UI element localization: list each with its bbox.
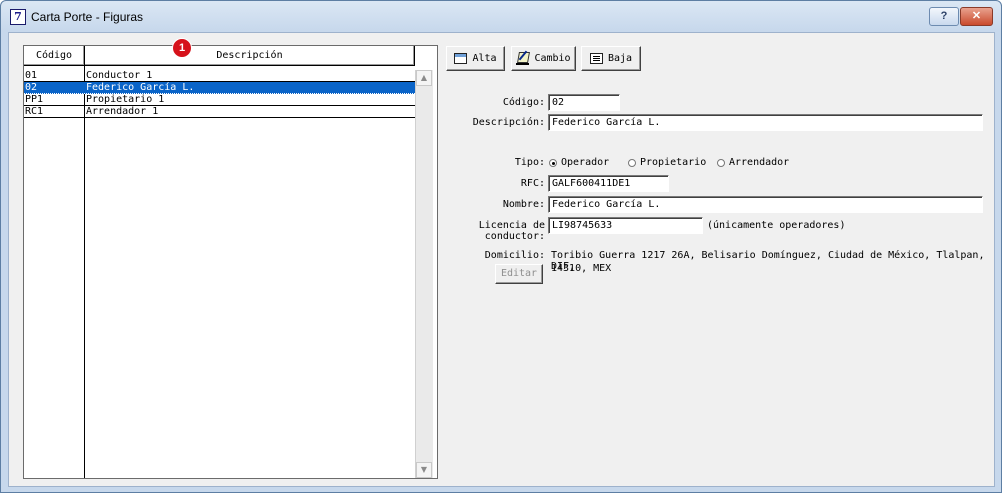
main-window: 7 Carta Porte - Figuras ? ✕ Código Descr…	[0, 0, 1002, 493]
list-item-code: RC1	[25, 106, 44, 117]
cambio-label: Cambio	[534, 53, 571, 64]
close-button[interactable]: ✕	[960, 7, 993, 26]
radio-arrendador-label: Arrendador	[729, 157, 790, 168]
scroll-down-icon[interactable]: ▼	[416, 462, 432, 478]
vertical-scrollbar[interactable]: ▲ ▼	[415, 70, 433, 478]
domicilio-label: Domicilio:	[484, 250, 545, 261]
baja-label: Baja	[607, 53, 633, 64]
help-button[interactable]: ?	[929, 7, 959, 26]
list-header: Código Descripción	[24, 46, 415, 66]
rfc-field[interactable]: GALF600411DE1	[548, 175, 669, 192]
new-record-icon	[454, 53, 468, 64]
licencia-note: (únicamente operadores)	[707, 220, 846, 231]
baja-button[interactable]: Baja	[581, 46, 641, 71]
list-item-code: 02	[25, 82, 38, 93]
column-header-code[interactable]: Código	[24, 46, 85, 66]
title-bar: 7 Carta Porte - Figuras ? ✕	[1, 1, 1001, 31]
delete-record-icon	[589, 53, 603, 64]
window-title: Carta Porte - Figuras	[31, 10, 144, 24]
list-item[interactable]: PP1 Propietario 1	[24, 94, 415, 106]
list-item-description: Arrendador 1	[86, 106, 159, 117]
tipo-label: Tipo:	[514, 157, 545, 168]
column-divider	[84, 66, 85, 478]
list-item-description: Federico García L.	[86, 82, 195, 93]
radio-operador[interactable]: Operador	[549, 157, 609, 168]
app-icon: 7	[10, 9, 26, 25]
descripcion-field[interactable]: Federico García L.	[548, 114, 983, 131]
figures-list: Código Descripción 01 Conductor 1 02 Federi…	[23, 45, 438, 479]
callout-badge: 1	[172, 38, 192, 58]
codigo-field[interactable]: 02	[548, 94, 620, 111]
list-item[interactable]: 02 Federico García L.	[24, 82, 415, 94]
domicilio-line2: 14310, MEX	[551, 263, 612, 274]
scroll-up-icon[interactable]: ▲	[416, 70, 432, 86]
list-item-code: PP1	[25, 94, 44, 105]
radio-propietario[interactable]: Propietario	[628, 157, 706, 168]
edit-icon	[516, 52, 530, 65]
descripcion-label: Descripción:	[472, 117, 545, 128]
rfc-label: RFC:	[520, 178, 545, 189]
radio-arrendador[interactable]: Arrendador	[717, 157, 789, 168]
alta-label: Alta	[472, 53, 497, 64]
editar-button[interactable]: Editar	[495, 264, 543, 284]
nombre-label: Nombre:	[502, 199, 545, 210]
radio-selected-icon	[549, 158, 557, 167]
cambio-button[interactable]: Cambio	[511, 46, 576, 71]
list-item-description: Propietario 1	[86, 94, 165, 105]
domicilio-line1: Toribio Guerra 1217 26A, Belisario Domín…	[551, 250, 985, 272]
client-area: Código Descripción 01 Conductor 1 02 Federi…	[8, 32, 995, 487]
licencia-field[interactable]: LI98745633	[548, 217, 703, 234]
list-rows: 01 Conductor 1 02 Federico García L. PP1 Prop…	[24, 70, 415, 118]
list-item-description: Conductor 1	[86, 70, 153, 81]
licencia-label: Licencia de conductor:	[478, 220, 545, 242]
alta-button[interactable]: Alta	[446, 46, 505, 71]
list-item-code: 01	[25, 70, 38, 81]
codigo-label: Código:	[502, 97, 545, 108]
radio-unselected-icon	[717, 158, 725, 167]
list-item[interactable]: 01 Conductor 1	[24, 70, 415, 82]
radio-propietario-label: Propietario	[640, 157, 707, 168]
radio-operador-label: Operador	[561, 157, 610, 168]
list-item[interactable]: RC1 Arrendador 1	[24, 106, 415, 118]
nombre-field[interactable]: Federico García L.	[548, 196, 983, 213]
radio-unselected-icon	[628, 158, 636, 167]
column-header-description[interactable]: Descripción	[85, 46, 415, 66]
